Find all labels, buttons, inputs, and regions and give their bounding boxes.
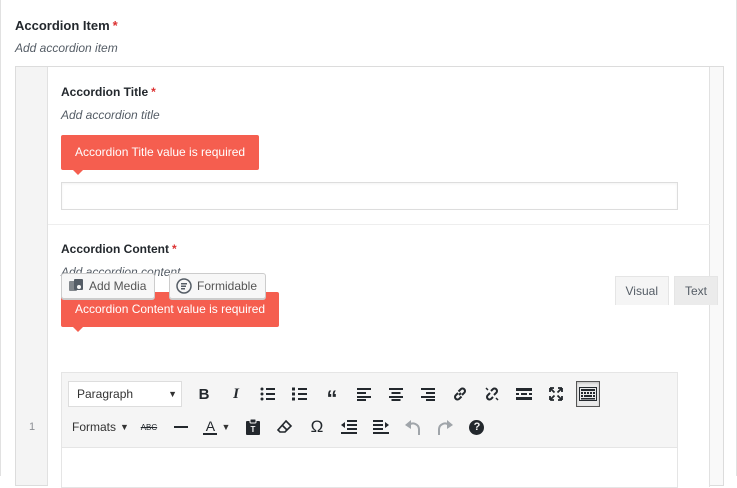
horizontal-line-icon[interactable] (169, 414, 193, 440)
unlink-icon[interactable] (480, 381, 504, 407)
chevron-down-icon: ▼ (120, 422, 129, 432)
formidable-label: Formidable (197, 279, 258, 293)
chevron-down-icon: ▼ (221, 422, 231, 432)
add-media-icon (68, 278, 84, 294)
align-left-icon[interactable] (352, 381, 376, 407)
editor-content-area[interactable] (61, 448, 678, 488)
text-color-swatch (203, 432, 218, 435)
bullet-list-icon[interactable] (256, 381, 280, 407)
link-icon[interactable] (448, 381, 472, 407)
clear-formatting-icon[interactable] (273, 414, 297, 440)
special-character-icon[interactable]: Ω (305, 414, 329, 440)
read-more-icon[interactable] (512, 381, 536, 407)
accordion-title-label: Accordion Title * (61, 85, 156, 99)
field-label: Accordion Item * (15, 18, 118, 33)
row-number: 1 (28, 421, 36, 433)
indent-icon[interactable] (369, 414, 393, 440)
blockquote-icon[interactable]: “ (320, 381, 344, 411)
editor-tabs: Visual Text (610, 276, 718, 305)
tab-text[interactable]: Text (673, 276, 718, 305)
tab-visual[interactable]: Visual (614, 276, 669, 305)
outdent-icon[interactable] (337, 414, 361, 440)
paste-text-icon[interactable]: T (241, 414, 265, 440)
formats-label: Formats (72, 420, 117, 434)
field-description: Add accordion item (15, 41, 118, 55)
accordion-title-field: Accordion Title * Add accordion title Acc… (48, 67, 710, 225)
row-drag-handle[interactable]: 1 (16, 67, 48, 485)
align-right-icon[interactable] (416, 381, 440, 407)
italic-icon[interactable]: I (224, 381, 248, 407)
required-marker: * (112, 18, 118, 33)
help-glyph: ? (469, 419, 485, 435)
redo-icon[interactable] (433, 414, 457, 440)
toolbar-row-1: Paragraph ▼ B I “ (62, 378, 600, 411)
formats-dropdown[interactable]: Formats ▼ (68, 414, 133, 440)
numbered-list-icon[interactable] (288, 381, 312, 407)
accordion-title-description: Add accordion title (61, 108, 160, 122)
bold-icon[interactable]: B (192, 381, 216, 407)
toolbar-toggle-icon[interactable] (576, 381, 600, 407)
accordion-title-input[interactable] (61, 182, 678, 210)
formidable-icon (176, 278, 192, 294)
fullscreen-icon[interactable] (544, 381, 568, 407)
add-media-button[interactable]: Add Media (61, 273, 156, 299)
chevron-down-icon: ▼ (168, 389, 177, 399)
accordion-title-error: Accordion Title value is required (61, 135, 260, 175)
svg-text:T: T (250, 425, 255, 434)
add-media-label: Add Media (89, 279, 147, 293)
editor-toolbar: Paragraph ▼ B I “ Formats ▼ ABC A ▼ T Ω … (61, 372, 678, 448)
format-select[interactable]: Paragraph ▼ (68, 381, 182, 407)
help-icon[interactable]: ? (465, 414, 489, 440)
required-marker: * (151, 85, 156, 99)
toolbar-row-2: Formats ▼ ABC A ▼ T Ω ? (62, 411, 489, 443)
text-color-glyph: A (205, 417, 216, 434)
field-container: Accordion Item * Add accordion item 1 Acc… (0, 0, 737, 488)
align-center-icon[interactable] (384, 381, 408, 407)
text-color-icon[interactable]: A ▼ (201, 414, 233, 440)
format-select-value: Paragraph (77, 387, 134, 401)
required-marker: * (172, 242, 177, 256)
accordion-content-label: Accordion Content * (61, 242, 177, 256)
undo-icon[interactable] (401, 414, 425, 440)
strikethrough-icon[interactable]: ABC (137, 414, 161, 440)
formidable-button[interactable]: Formidable (169, 273, 267, 299)
